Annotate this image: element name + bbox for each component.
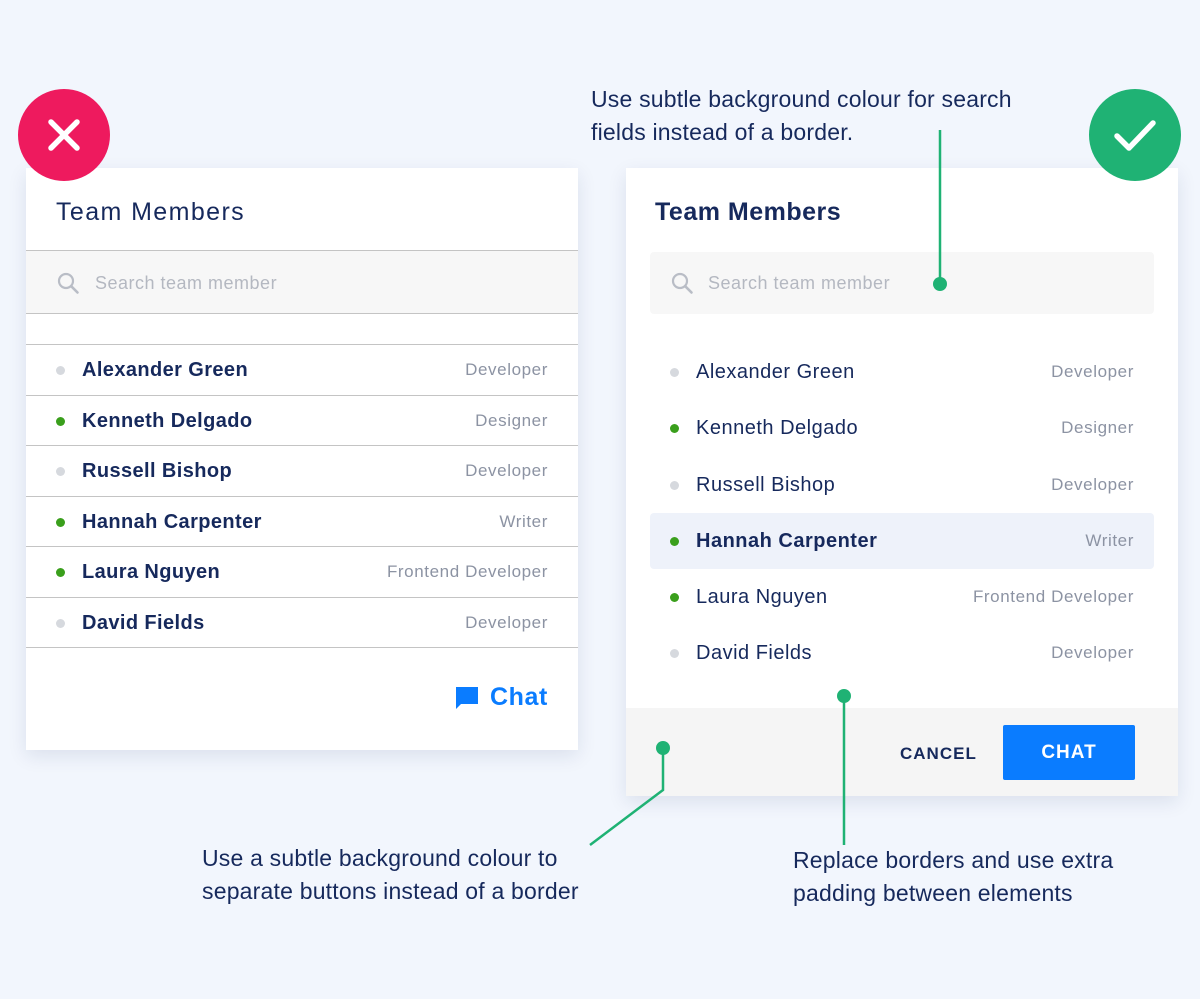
member-role: Designer — [475, 410, 548, 430]
search-input[interactable]: Search team member — [26, 250, 578, 314]
member-role: Designer — [1061, 418, 1134, 438]
member-row[interactable]: Laura Nguyen Frontend Developer — [26, 547, 578, 598]
member-name: Laura Nguyen — [82, 561, 221, 583]
member-row[interactable]: Laura Nguyen Frontend Developer — [650, 569, 1154, 625]
check-icon — [1114, 120, 1156, 151]
member-name: Russell Bishop — [696, 473, 836, 496]
annotation-line: separate buttons instead of a border — [202, 878, 579, 904]
member-role: Frontend Developer — [972, 587, 1134, 607]
member-role: Frontend Developer — [386, 562, 548, 581]
member-row[interactable]: David Fields Developer — [650, 625, 1154, 681]
member-name: David Fields — [82, 611, 205, 634]
member-name: Alexander Green — [696, 361, 855, 383]
member-name: Alexander Green — [82, 359, 249, 381]
card-footer: CANCEL CHAT — [626, 708, 1178, 796]
chat-bubble-icon — [456, 686, 479, 709]
cross-icon — [48, 119, 80, 151]
member-row[interactable]: Alexander Green Developer — [650, 344, 1154, 400]
good-example-card: Team Members Search team member Alexande… — [626, 168, 1178, 796]
member-role: Writer — [1085, 530, 1134, 550]
member-row[interactable]: Hannah Carpenter Writer — [26, 497, 578, 547]
member-name: Hannah Carpenter — [696, 529, 878, 552]
search-placeholder: Search team member — [95, 273, 278, 293]
online-status-dot — [670, 424, 679, 434]
member-row[interactable]: Kenneth Delgado Designer — [26, 396, 578, 446]
member-role: Developer — [465, 461, 548, 480]
online-status-dot — [670, 593, 679, 603]
offline-status-dot — [56, 366, 65, 375]
search-icon — [671, 272, 693, 294]
member-name: Kenneth Delgado — [696, 417, 859, 440]
annotation-line: Use a subtle background colour to — [202, 845, 558, 871]
annotation-buttons-tip: Use a subtle background colour to separa… — [202, 842, 579, 908]
good-badge — [1089, 89, 1181, 181]
member-row[interactable]: Kenneth Delgado Designer — [650, 400, 1154, 456]
annotation-line: Replace borders and use extra — [793, 847, 1114, 873]
member-name: Russell Bishop — [82, 460, 233, 482]
member-role: Developer — [465, 612, 548, 632]
chat-label: Chat — [490, 683, 548, 711]
search-icon — [57, 272, 79, 294]
annotation-padding-tip: Replace borders and use extra padding be… — [793, 844, 1113, 910]
card-title: Team Members — [655, 198, 842, 226]
member-row[interactable]: Hannah Carpenter Writer — [650, 512, 1154, 570]
online-status-dot — [670, 536, 679, 546]
cancel-button[interactable]: CANCEL — [900, 744, 977, 764]
annotation-line: Use subtle background colour for search — [591, 86, 1012, 112]
offline-status-dot — [56, 618, 65, 628]
member-row[interactable]: Russell Bishop Developer — [26, 446, 578, 497]
member-list: Alexander Green Developer Kenneth Delgado D… — [26, 344, 578, 648]
offline-status-dot — [670, 649, 679, 659]
member-role: Writer — [499, 511, 548, 531]
search-placeholder: Search team member — [708, 273, 891, 293]
member-role: Developer — [1051, 474, 1134, 494]
chat-button[interactable]: CHAT — [1003, 725, 1135, 780]
annotation-line: padding between elements — [793, 880, 1073, 906]
member-role: Developer — [1051, 643, 1134, 663]
bad-example-card: Team Members Search team member Alexande… — [26, 168, 578, 750]
member-row[interactable]: David Fields Developer — [26, 598, 578, 648]
offline-status-dot — [56, 467, 65, 476]
member-row[interactable]: Alexander Green Developer — [26, 345, 578, 396]
member-name: Laura Nguyen — [696, 586, 828, 609]
member-row[interactable]: Russell Bishop Developer — [650, 457, 1154, 513]
member-role: Developer — [1051, 362, 1134, 381]
online-status-dot — [56, 568, 65, 577]
card-title: Team Members — [56, 198, 246, 226]
member-list: Alexander Green Developer Kenneth Delgado D… — [650, 344, 1154, 682]
member-name: Kenneth Delgado — [82, 409, 253, 432]
offline-status-dot — [670, 480, 679, 490]
annotation-search-tip: Use subtle background colour for search … — [591, 83, 1012, 149]
bad-badge — [18, 89, 110, 181]
offline-status-dot — [670, 368, 679, 377]
online-status-dot — [56, 416, 65, 426]
online-status-dot — [56, 517, 65, 527]
annotation-line: fields instead of a border. — [591, 119, 854, 145]
search-input[interactable]: Search team member — [650, 252, 1154, 314]
chat-button[interactable]: Chat — [454, 683, 548, 712]
member-name: David Fields — [696, 642, 813, 665]
member-name: Hannah Carpenter — [82, 510, 262, 533]
member-role: Developer — [465, 360, 548, 379]
